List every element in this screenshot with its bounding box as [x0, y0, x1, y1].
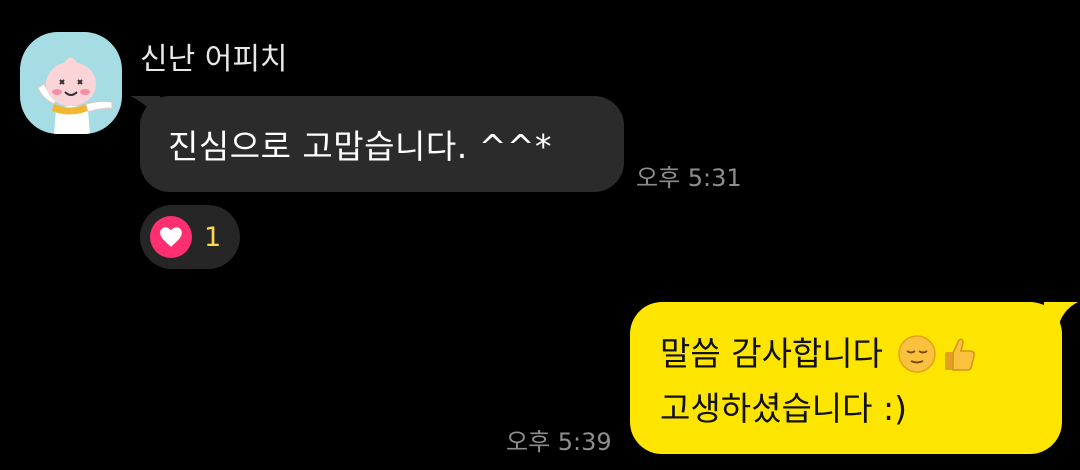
reaction-count: 1	[204, 221, 222, 253]
outgoing-message-line-2: 고생하셨습니다 :)	[660, 381, 1062, 436]
outgoing-message-bubble[interactable]: 말씀 감사합니다 고생하셨습니다 :)	[630, 302, 1062, 454]
incoming-message-time: 오후 5:31	[636, 164, 742, 192]
relieved-face-icon	[897, 334, 937, 374]
incoming-message-text: 진심으로 고맙습니다. ^^*	[168, 127, 553, 166]
reaction-badge[interactable]: 1	[140, 205, 240, 269]
thumbs-up-icon	[939, 334, 979, 374]
outgoing-message-time: 오후 5:39	[506, 428, 612, 456]
heart-icon	[150, 216, 192, 258]
peach-character-avatar-icon	[37, 57, 113, 134]
incoming-message-bubble[interactable]: 진심으로 고맙습니다. ^^*	[140, 96, 624, 192]
outgoing-line-2-text: 고생하셨습니다 :)	[660, 389, 908, 428]
sender-avatar[interactable]	[20, 32, 122, 134]
sender-name: 신난 어피치	[140, 42, 288, 77]
outgoing-message-line-1: 말씀 감사합니다	[660, 326, 1062, 381]
outgoing-line-1-text: 말씀 감사합니다	[660, 334, 884, 373]
